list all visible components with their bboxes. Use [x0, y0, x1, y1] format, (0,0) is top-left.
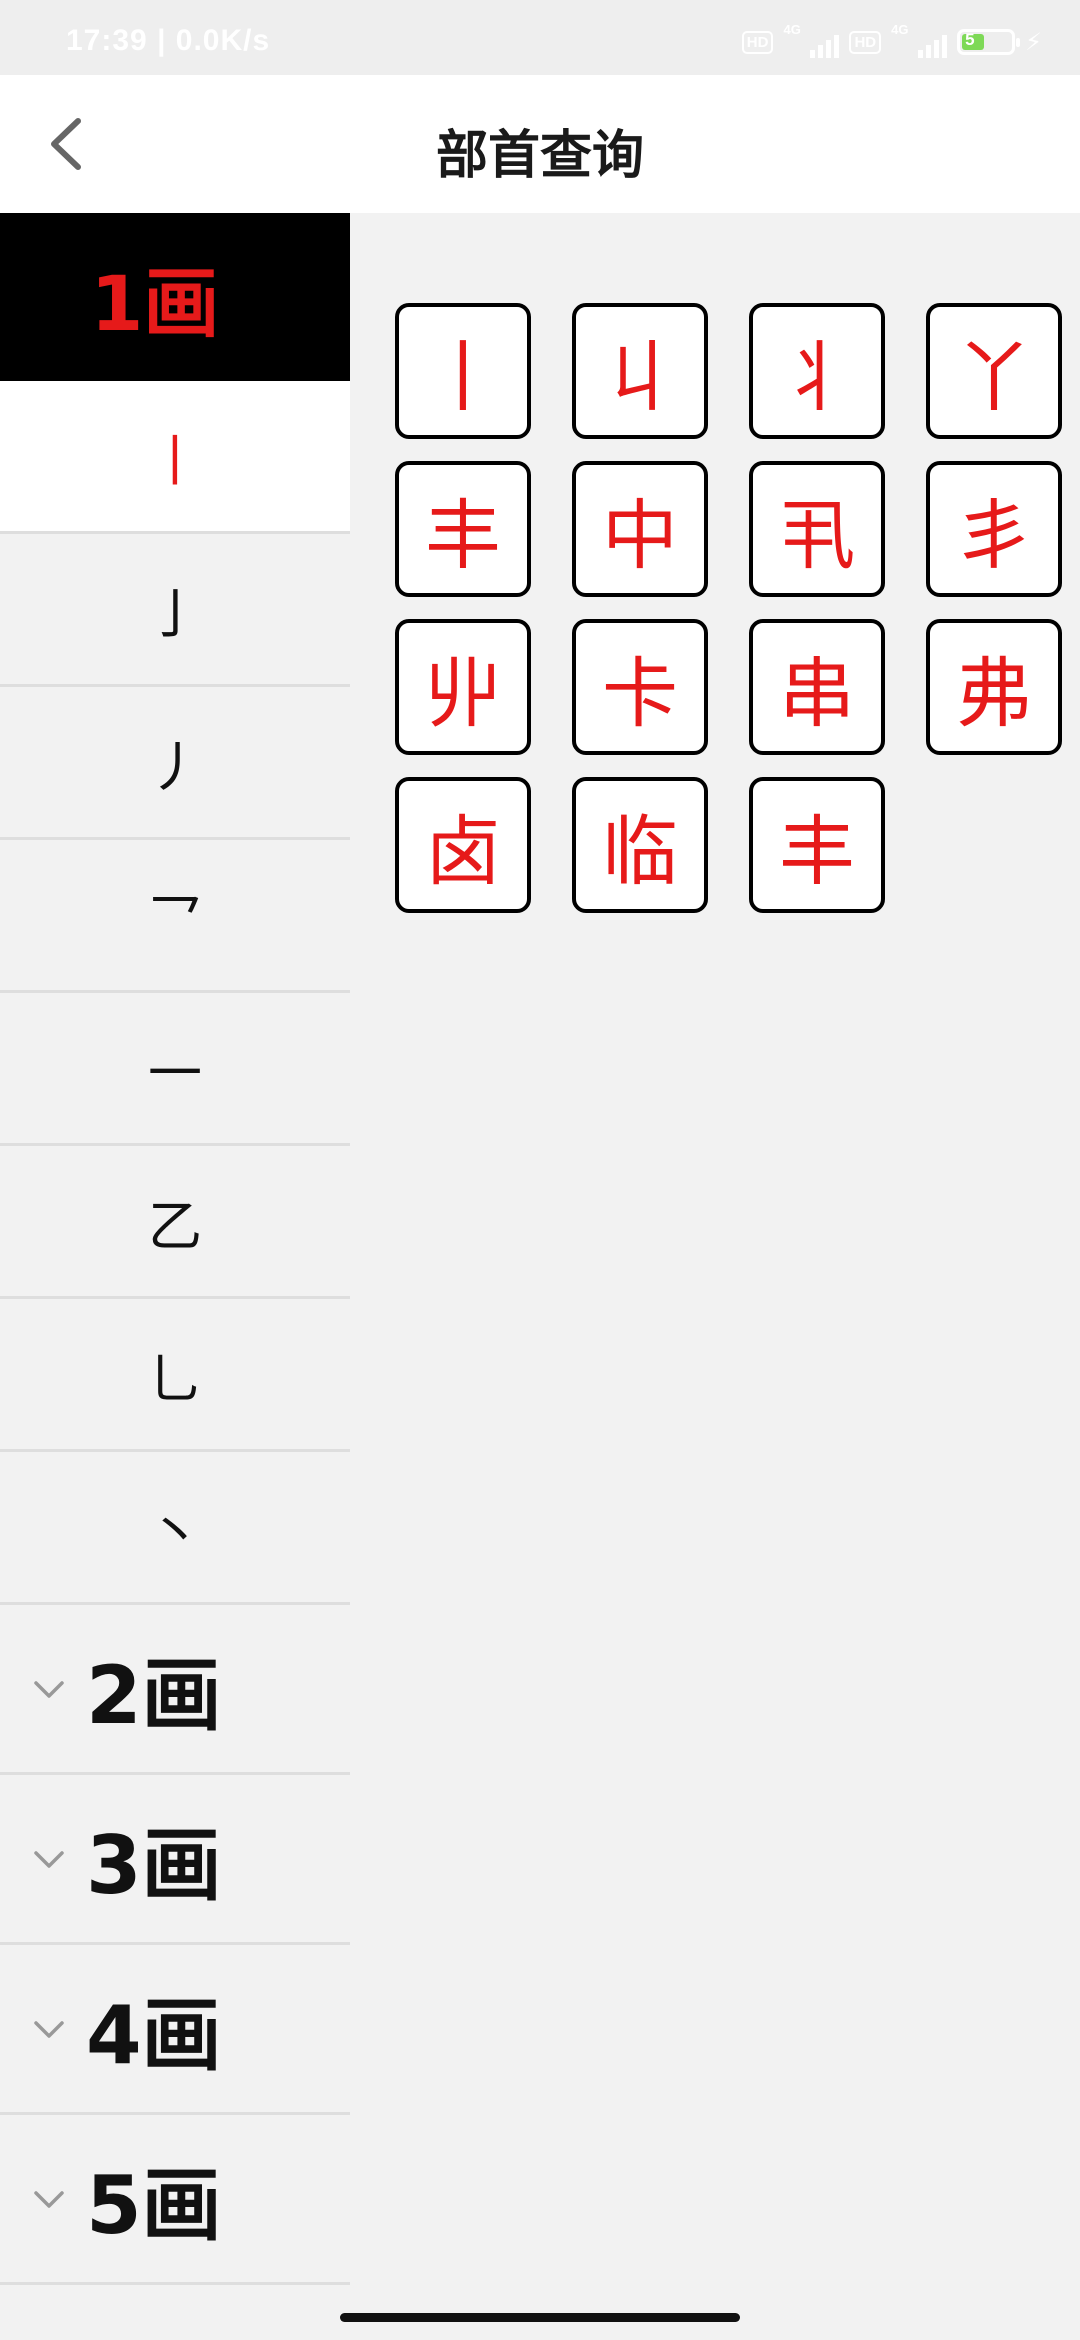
chevron-down-icon: [34, 2190, 64, 2208]
signal-icon: 4G: [783, 22, 840, 58]
charging-bolt-icon: ⚡: [1025, 28, 1042, 56]
character-cell[interactable]: 卡: [572, 619, 708, 755]
stroke-group-2[interactable]: 2画: [0, 1605, 350, 1775]
character-cell[interactable]: 中: [572, 461, 708, 597]
radical-item[interactable]: 丿: [0, 687, 350, 840]
character-cell[interactable]: 丮: [749, 461, 885, 597]
chevron-down-icon: [34, 1680, 64, 1698]
radical-item[interactable]: 亅: [0, 534, 350, 687]
character-cell[interactable]: 丯: [926, 461, 1062, 597]
character-cell[interactable]: 丨: [395, 303, 531, 439]
hd-badge-icon: HD: [741, 30, 774, 54]
stroke-group-5[interactable]: 5画: [0, 2115, 350, 2285]
character-cell[interactable]: 卤: [395, 777, 531, 913]
status-bar: 17:39 | 0.0K/s HD 4G HD 4G 5 ⚡: [0, 0, 1080, 75]
character-cell[interactable]: 临: [572, 777, 708, 913]
battery-icon: 5: [957, 29, 1021, 55]
status-icons: HD 4G HD 4G 5 ⚡: [741, 22, 1042, 58]
radical-item[interactable]: 丨: [0, 381, 350, 534]
character-cell[interactable]: 串: [749, 619, 885, 755]
app-bar: 部首查询: [0, 75, 1080, 213]
stroke-group-label: 4画: [86, 1988, 222, 2082]
stroke-group-3[interactable]: 3画: [0, 1775, 350, 1945]
stroke-sidebar: 1画 丨 亅 丿 乛 一 乙 乚 丶 2画 3画 4画 5画: [0, 213, 350, 2293]
stroke-group-label: 5画: [86, 2158, 222, 2252]
stroke-group-1-header[interactable]: 1画: [0, 213, 350, 381]
character-cell[interactable]: 丬: [749, 303, 885, 439]
character-cell[interactable]: 丩: [572, 303, 708, 439]
character-cell[interactable]: 丰: [749, 777, 885, 913]
hd-badge-icon: HD: [849, 30, 882, 54]
home-indicator[interactable]: [340, 2313, 740, 2322]
page-title: 部首查询: [435, 126, 644, 186]
character-cell[interactable]: 丫: [926, 303, 1062, 439]
radical-item[interactable]: 丶: [0, 1452, 350, 1605]
radical-item[interactable]: 乙: [0, 1146, 350, 1299]
character-grid: 丨 丩 丬 丫 丰 中 丮 丯 丱 卡 串 弗 卤 临 丰: [395, 303, 1075, 913]
signal-icon: 4G: [891, 22, 948, 58]
chevron-down-icon: [34, 1850, 64, 1868]
radical-item[interactable]: 乛: [0, 840, 350, 993]
radical-item[interactable]: 一: [0, 993, 350, 1146]
stroke-group-4[interactable]: 4画: [0, 1945, 350, 2115]
chevron-down-icon: [34, 2020, 64, 2038]
character-cell[interactable]: 丰: [395, 461, 531, 597]
character-cell[interactable]: 丱: [395, 619, 531, 755]
stroke-group-label: 2画: [86, 1648, 222, 1742]
stroke-group-label: 3画: [86, 1818, 222, 1912]
character-cell[interactable]: 弗: [926, 619, 1062, 755]
radical-item[interactable]: 乚: [0, 1299, 350, 1452]
status-time: 17:39 | 0.0K/s: [66, 24, 271, 57]
